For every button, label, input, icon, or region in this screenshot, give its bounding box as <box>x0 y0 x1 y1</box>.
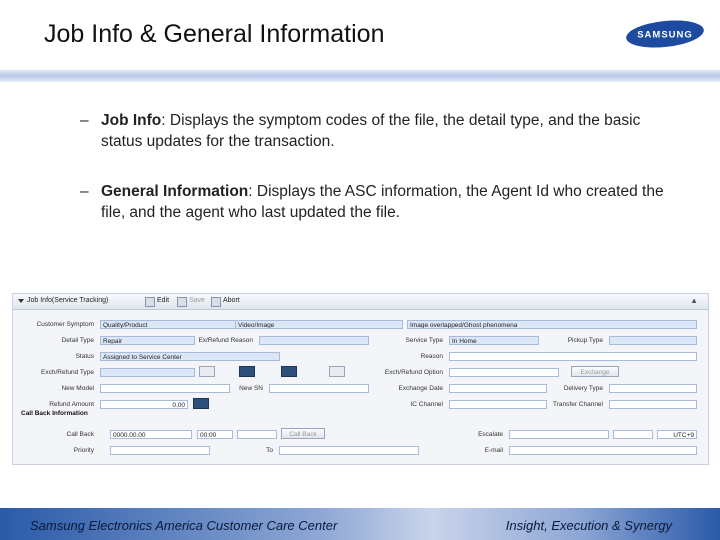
abort-button[interactable]: Abort <box>223 297 240 304</box>
service-type-label: Service Type <box>405 337 443 344</box>
pickup-type-field[interactable] <box>609 336 697 345</box>
collapse-caret-icon[interactable]: ▲ <box>690 296 698 305</box>
symptom-field-1[interactable]: Quality/Product <box>100 320 240 329</box>
svg-text:SAMSUNG: SAMSUNG <box>637 30 693 41</box>
lookup-icon[interactable] <box>199 366 215 377</box>
exch-refund-type-label: Exch/Refund Type <box>41 369 94 376</box>
exchange-date-field[interactable] <box>449 384 547 393</box>
transfer-channel-field[interactable] <box>609 400 697 409</box>
pickup-type-label: Pickup Type <box>567 337 603 344</box>
refund-amount-field[interactable]: 0.00 <box>100 400 188 409</box>
reason-label: Reason <box>420 353 443 360</box>
edit-icon[interactable] <box>145 297 155 307</box>
refund-amount-label: Refund Amount <box>49 401 94 408</box>
escalate-extra-field[interactable] <box>613 430 653 439</box>
exch-refund-option-field[interactable] <box>449 368 559 377</box>
footer-right-text: Insight, Execution & Synergy <box>505 518 672 533</box>
to-label: To <box>266 447 273 454</box>
exchange-date-label: Exchange Date <box>398 385 443 392</box>
new-model-field[interactable] <box>100 384 230 393</box>
customer-symptom-label: Customer Symptom <box>36 321 94 328</box>
symptom-field-3[interactable]: Image overlapped/Ghost phenomena <box>407 320 697 329</box>
priority-label: Priority <box>73 447 94 454</box>
job-info-panel: Job Info(Service Tracking) Edit Save Abo… <box>12 293 709 465</box>
email-field[interactable] <box>509 446 697 455</box>
exch-refund-option-label: Exch/Refund Option <box>384 369 443 376</box>
save-icon[interactable] <box>177 297 187 307</box>
status-label: Status <box>75 353 94 360</box>
transfer-channel-label: Transfer Channel <box>553 401 603 408</box>
save-button[interactable]: Save <box>189 297 205 304</box>
symptom-field-2[interactable]: Video/Image <box>235 320 403 329</box>
monitor-icon[interactable] <box>329 366 345 377</box>
users-icon[interactable] <box>281 366 297 377</box>
detail-type-label: Detail Type <box>61 337 94 344</box>
new-sn-field[interactable] <box>269 384 369 393</box>
detail-type-field[interactable]: Repair <box>100 336 195 345</box>
email-label: E-mail <box>484 447 503 454</box>
footer-left-text: Samsung Electronics America Customer Car… <box>30 518 338 533</box>
edit-button[interactable]: Edit <box>157 297 169 304</box>
exch-refund-type-field[interactable] <box>100 368 195 377</box>
call-back-extra-field[interactable] <box>237 430 277 439</box>
exchange-button[interactable]: Exchange <box>571 366 619 377</box>
ex-refund-reason-field[interactable] <box>259 336 369 345</box>
bullet-term: Job Info <box>101 112 162 129</box>
ic-channel-label: IC Channel <box>410 401 443 408</box>
delivery-type-field[interactable] <box>609 384 697 393</box>
reason-field[interactable] <box>449 352 697 361</box>
to-field[interactable] <box>279 446 419 455</box>
service-type-field[interactable]: In Home <box>449 336 539 345</box>
call-back-time-field[interactable]: 00:00 <box>197 430 233 439</box>
slide-title: Job Info & General Information <box>44 20 385 48</box>
panel-title: Job Info(Service Tracking) <box>27 297 109 304</box>
bullet-text: : Displays the symptom codes of the file… <box>101 112 641 150</box>
delivery-type-label: Delivery Type <box>563 385 603 392</box>
timezone-field[interactable]: UTC+9 <box>657 430 697 439</box>
call-back-info-heading: Call Back Information <box>21 410 88 417</box>
new-model-label: New Model <box>61 385 94 392</box>
bullet-term: General Information <box>101 183 249 200</box>
new-sn-label: New SN <box>239 385 263 392</box>
panel-header: Job Info(Service Tracking) Edit Save Abo… <box>13 294 708 310</box>
bullet-dash: – <box>80 112 89 129</box>
calculator-icon[interactable] <box>193 398 209 409</box>
document-icon[interactable] <box>239 366 255 377</box>
samsung-logo: SAMSUNG <box>626 20 704 48</box>
priority-field[interactable] <box>110 446 210 455</box>
call-back-label: Call Back <box>66 431 94 438</box>
ex-refund-reason-label: Ex/Refund Reason <box>198 337 253 344</box>
collapse-icon[interactable] <box>18 299 24 303</box>
footer-bar: Samsung Electronics America Customer Car… <box>0 508 720 540</box>
call-back-date-field[interactable]: 0000.00.00 <box>110 430 192 439</box>
title-rule <box>0 70 720 82</box>
status-field[interactable]: Assigned to Service Center <box>100 352 280 361</box>
escalate-field[interactable] <box>509 430 609 439</box>
escalate-label: Escalate <box>478 431 503 438</box>
abort-icon[interactable] <box>211 297 221 307</box>
bullet-dash: – <box>80 183 89 200</box>
call-back-button[interactable]: Call Back <box>281 428 325 439</box>
ic-channel-field[interactable] <box>449 400 547 409</box>
